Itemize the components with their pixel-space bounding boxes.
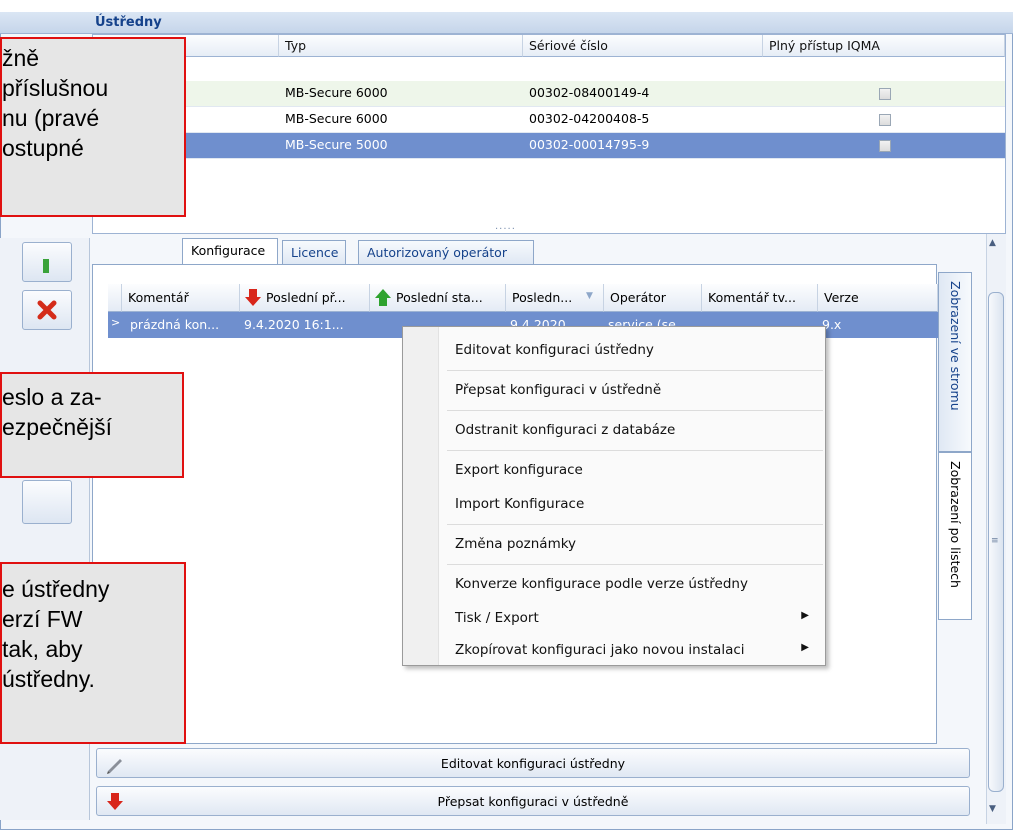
panel-title-bar: Ústředny: [0, 12, 1013, 34]
tab-tree-view[interactable]: Zobrazení ve stromu: [938, 272, 972, 452]
column-header-verze[interactable]: Verze: [818, 284, 938, 312]
grip-icon: ≡: [991, 536, 999, 546]
menu-separator: [447, 564, 823, 565]
callout-box-3: e ústředny erzí FW tak, aby ústředny.: [0, 562, 186, 744]
add-icon: [43, 259, 49, 273]
callout-line: eslo a za-: [2, 384, 102, 410]
tab-sheet-view[interactable]: Zobrazení po listech: [938, 452, 972, 620]
cell-serial: 00302-00014795-9: [529, 137, 650, 152]
callout-line: erzí FW: [2, 606, 83, 632]
table-row[interactable]: MB-Secure 6000 00302-08400149-4: [93, 81, 1005, 107]
iqma-checkbox[interactable]: [879, 140, 891, 152]
callout-line: ostupné: [2, 135, 84, 161]
tab-konfigurace[interactable]: Konfigurace: [182, 238, 278, 266]
column-header-iqma[interactable]: Plný přístup IQMA: [763, 35, 1005, 57]
row-pointer-icon: >: [111, 316, 121, 329]
menu-item-change-note[interactable]: Změna poznámky: [441, 527, 823, 563]
cell-typ: MB-Secure 6000: [285, 111, 388, 126]
callout-line: ústředny.: [2, 666, 95, 692]
delete-icon: [37, 300, 57, 320]
column-header-posledn[interactable]: Posledn... ▼: [506, 284, 604, 312]
menu-separator: [447, 524, 823, 525]
cell-posledni-prenos: 9.4.2020 16:1...: [244, 317, 344, 332]
tab-autorizovany-operator[interactable]: Autorizovaný operátor: [358, 240, 534, 264]
column-header-posledni-stav[interactable]: Poslední sta...: [370, 284, 506, 312]
menu-separator: [447, 410, 823, 411]
table-row[interactable]: MB-Secure 6000 00302-04200408-5: [93, 107, 1005, 133]
table-row-selected[interactable]: MB-Secure 5000 00302-00014795-9: [93, 133, 1005, 159]
callout-line: nu (pravé: [2, 105, 100, 131]
panels-grid: Typ Sériové číslo Plný přístup IQMA MB-S…: [92, 34, 1006, 234]
menu-icon-gutter: [403, 327, 439, 665]
tab-licence[interactable]: Licence: [282, 240, 346, 264]
config-grid-header: Komentář Poslední př... Poslední sta... …: [108, 284, 938, 312]
callout-line: e ústředny: [2, 576, 110, 602]
row-indicator-header: [108, 284, 122, 312]
edit-configuration-button[interactable]: Editovat konfiguraci ústředny: [96, 748, 970, 778]
callout-line: ezpečnější: [2, 414, 112, 440]
callout-box-1: žně příslušnou nu (pravé ostupné: [0, 37, 186, 217]
tab-strip: Konfigurace Licence Autorizovaný operáto…: [92, 238, 986, 266]
download-arrow-icon: [245, 289, 261, 306]
add-button[interactable]: [22, 242, 72, 282]
delete-button[interactable]: [22, 290, 72, 330]
panel-title: Ústředny: [95, 15, 162, 30]
splitter-handle[interactable]: .....: [495, 221, 516, 232]
sort-desc-icon: ▼: [586, 291, 593, 301]
cell-typ: MB-Secure 5000: [285, 137, 388, 152]
callout-line: příslušnou: [2, 75, 109, 101]
scroll-down-icon[interactable]: ▼: [989, 804, 996, 814]
scroll-up-icon[interactable]: ▲: [989, 238, 996, 248]
callout-line: žně: [2, 45, 40, 71]
menu-separator: [447, 370, 823, 371]
menu-item-print-export[interactable]: Tisk / Export ▶: [441, 601, 823, 633]
menu-item-import-config[interactable]: Import Konfigurace: [441, 487, 823, 519]
menu-item-convert-config[interactable]: Konverze konfigurace podle verze ústředn…: [441, 567, 823, 599]
column-header-posledni-prenos[interactable]: Poslední př...: [240, 284, 370, 312]
column-header-operator[interactable]: Operátor: [604, 284, 702, 312]
cell-typ: MB-Secure 6000: [285, 85, 388, 100]
cell-serial: 00302-08400149-4: [529, 85, 650, 100]
column-header-komentar[interactable]: Komentář: [122, 284, 240, 312]
menu-item-copy-as-new[interactable]: Zkopírovat konfiguraci jako novou instal…: [441, 633, 823, 665]
context-menu: Editovat konfiguraci ústředny Přepsat ko…: [402, 326, 826, 666]
column-header-typ[interactable]: Typ: [279, 35, 523, 57]
menu-item-overwrite-config[interactable]: Přepsat konfiguraci v ústředně: [441, 373, 823, 409]
menu-item-delete-config[interactable]: Odstranit konfiguraci z databáze: [441, 413, 823, 449]
submenu-arrow-icon: ▶: [801, 642, 809, 653]
side-action-button[interactable]: [22, 480, 72, 524]
iqma-checkbox[interactable]: [879, 88, 891, 100]
menu-item-export-config[interactable]: Export konfigurace: [441, 453, 823, 485]
column-header-serial[interactable]: Sériové číslo: [523, 35, 763, 57]
upload-arrow-icon: [375, 289, 391, 306]
submenu-arrow-icon: ▶: [801, 610, 809, 621]
menu-separator: [447, 450, 823, 451]
callout-box-2: eslo a za- ezpečnější: [0, 372, 184, 478]
overwrite-configuration-button[interactable]: Přepsat konfiguraci v ústředně: [96, 786, 970, 816]
iqma-checkbox[interactable]: [879, 114, 891, 126]
cell-serial: 00302-04200408-5: [529, 111, 650, 126]
column-header-komentar-tv[interactable]: Komentář tv...: [702, 284, 818, 312]
cell-komentar: prázdná kon...: [130, 317, 220, 332]
callout-line: tak, aby: [2, 636, 83, 662]
menu-item-edit-config[interactable]: Editovat konfiguraci ústředny: [441, 333, 823, 369]
